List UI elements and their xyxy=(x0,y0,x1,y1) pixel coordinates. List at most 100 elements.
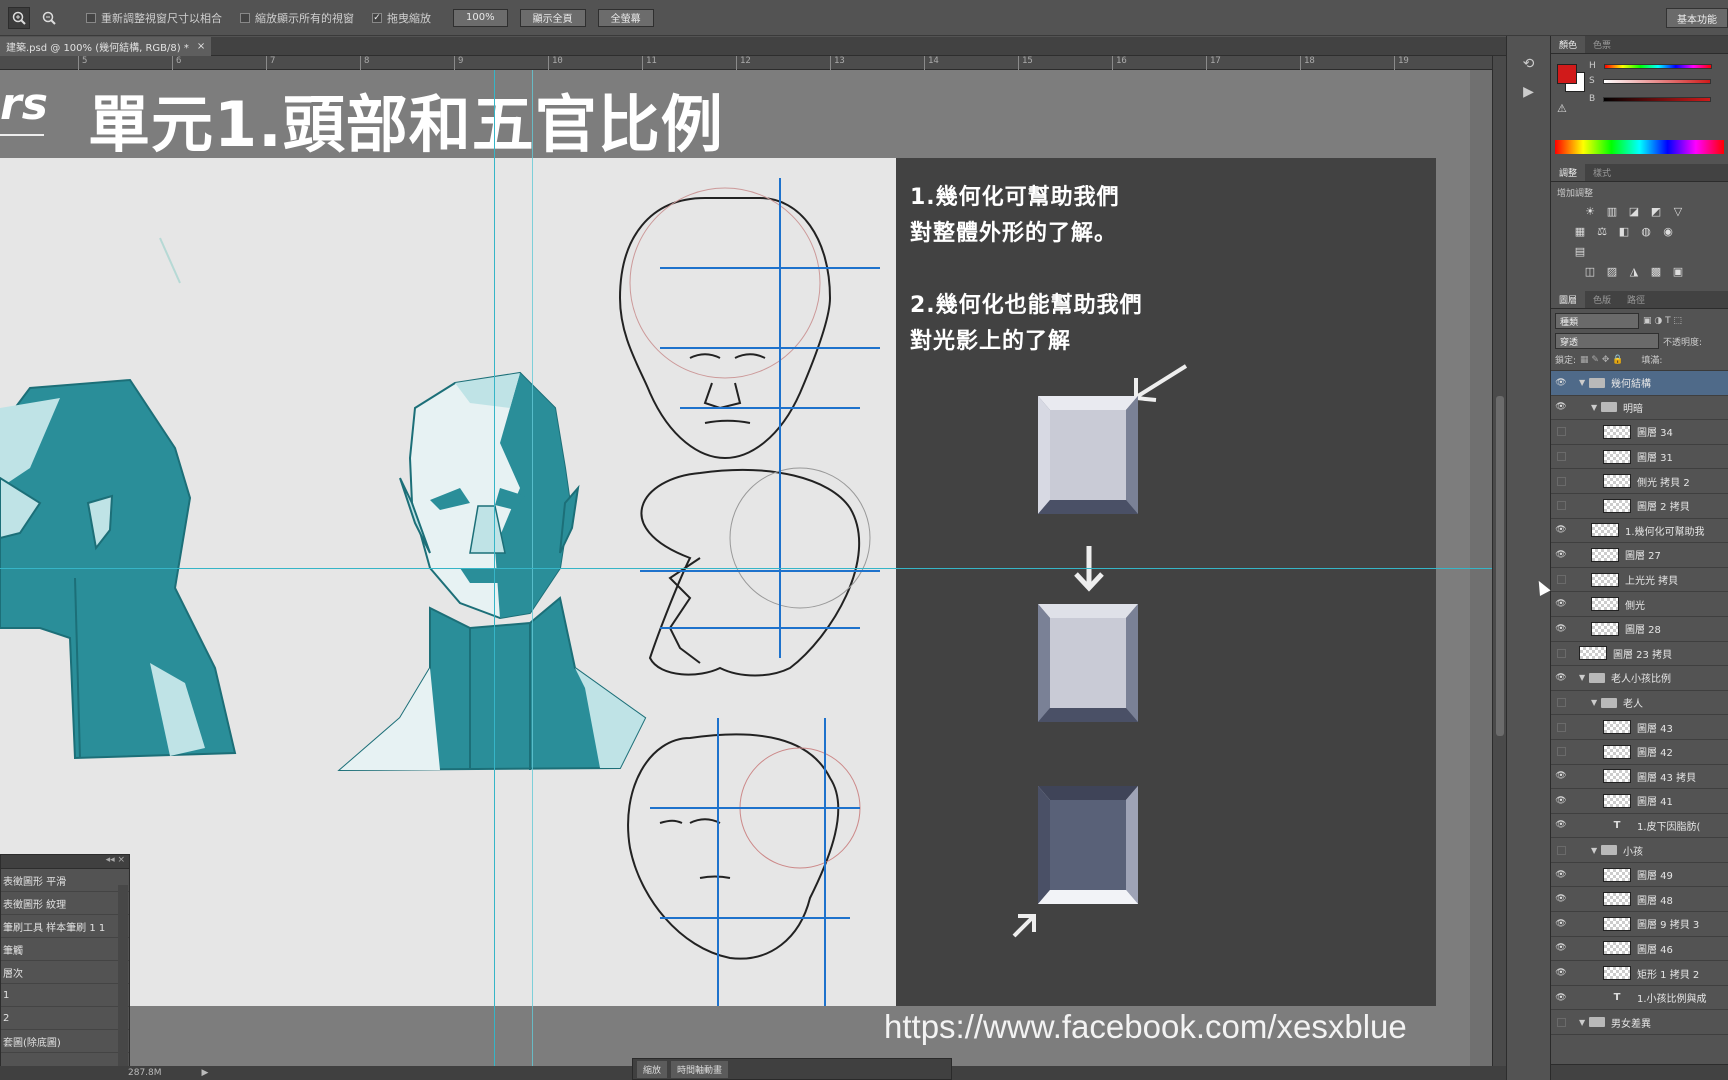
fit-screen-button[interactable]: 顯示全頁 xyxy=(519,8,586,27)
history-step[interactable]: 筆刷工具 样本筆刷 1 1 xyxy=(1,915,129,938)
history-step[interactable]: 層次 xyxy=(1,961,129,984)
layer-row[interactable]: 👁 圖層 41 xyxy=(1551,789,1728,814)
disclosure-triangle-icon[interactable]: ▼ xyxy=(1591,403,1601,412)
history-panel-header[interactable]: ◂◂ × xyxy=(1,855,129,869)
balance-icon[interactable]: ⚖ xyxy=(1593,225,1611,241)
threshold-icon[interactable]: ◮ xyxy=(1625,265,1643,281)
zoom-100-button[interactable]: 100% xyxy=(453,8,508,27)
scrollbar-thumb[interactable] xyxy=(1496,396,1504,736)
visibility-eye-icon[interactable]: 👁 xyxy=(1551,820,1571,830)
bw-icon[interactable]: ◧ xyxy=(1615,225,1633,241)
brightness-icon[interactable]: ☀ xyxy=(1581,205,1599,221)
layer-group-row[interactable]: 👁 ▼ 幾何結構 xyxy=(1551,371,1728,396)
layer-row[interactable]: 👁 圖層 48 xyxy=(1551,887,1728,913)
layer-kind-filter[interactable]: 種類 xyxy=(1555,313,1639,329)
tab-styles[interactable]: 樣式 xyxy=(1585,164,1619,181)
tab-zoom[interactable]: 縮放 xyxy=(637,1060,668,1078)
layer-row[interactable]: 圖層 34 xyxy=(1551,420,1728,445)
play-icon[interactable]: ▶ xyxy=(1514,84,1544,106)
layer-group-row[interactable]: 👁 ▼ 老人小孩比例 xyxy=(1551,666,1728,691)
layer-row[interactable]: 👁 圖層 28 xyxy=(1551,617,1728,642)
invert-icon[interactable]: ◫ xyxy=(1581,265,1599,281)
layer-group-row[interactable]: ▼ 男女差異 xyxy=(1551,1010,1728,1036)
visibility-eye-icon[interactable] xyxy=(1551,1017,1571,1027)
visibility-eye-icon[interactable] xyxy=(1551,501,1571,511)
visibility-eye-icon[interactable]: 👁 xyxy=(1551,673,1571,683)
vibrance-icon[interactable]: ▽ xyxy=(1669,205,1687,221)
gradient-map-icon[interactable]: ▩ xyxy=(1647,265,1665,281)
layer-group-row[interactable]: ▼ 老人 xyxy=(1551,691,1728,716)
visibility-eye-icon[interactable]: 👁 xyxy=(1551,796,1571,806)
disclosure-triangle-icon[interactable]: ▼ xyxy=(1579,673,1589,682)
layer-row[interactable]: 👁 圖層 27 xyxy=(1551,543,1728,568)
visibility-eye-icon[interactable] xyxy=(1551,698,1571,708)
layer-row[interactable]: 上光光 拷貝 xyxy=(1551,568,1728,593)
zoom-out-icon[interactable] xyxy=(38,7,60,29)
lock-icons[interactable]: ▦ ✎ ✥ 🔒 xyxy=(1580,355,1623,365)
visibility-eye-icon[interactable]: 👁 xyxy=(1551,943,1571,953)
layer-row[interactable]: 圖層 2 拷貝 xyxy=(1551,494,1728,519)
layer-row[interactable]: 👁 1.幾何化可幫助我 xyxy=(1551,519,1728,544)
hue-slider-row[interactable]: H xyxy=(1551,54,1728,72)
disclosure-triangle-icon[interactable]: ▼ xyxy=(1591,846,1601,855)
levels-icon[interactable]: ▥ xyxy=(1603,205,1621,221)
photo-filter-icon[interactable]: ◍ xyxy=(1637,225,1655,241)
layer-row[interactable]: 側光 拷貝 2 xyxy=(1551,469,1728,494)
close-icon[interactable]: × xyxy=(197,41,205,52)
foreground-color-swatch-top[interactable] xyxy=(1557,64,1577,84)
layer-group-row[interactable]: ▼ 小孩 xyxy=(1551,838,1728,863)
tab-paths[interactable]: 路徑 xyxy=(1619,291,1653,308)
tab-timeline[interactable]: 時間軸動畫 xyxy=(671,1060,729,1078)
tab-adjustments[interactable]: 調整 xyxy=(1551,164,1586,181)
hue-icon[interactable]: ▦ xyxy=(1571,225,1589,241)
curves-icon[interactable]: ◪ xyxy=(1625,205,1643,221)
zoom-in-icon[interactable] xyxy=(8,6,30,29)
visibility-eye-icon[interactable]: 👁 xyxy=(1551,771,1571,781)
visibility-eye-icon[interactable]: 👁 xyxy=(1551,919,1571,929)
fill-screen-button[interactable]: 全螢幕 xyxy=(597,8,654,27)
guide-line-horizontal[interactable] xyxy=(0,568,1492,569)
visibility-eye-icon[interactable]: 👁 xyxy=(1551,378,1571,388)
layer-row[interactable]: 👁 圖層 9 拷貝 3 xyxy=(1551,912,1728,937)
visibility-eye-icon[interactable]: 👁 xyxy=(1551,624,1571,634)
scrubby-zoom-checkbox[interactable]: ✓ 拖曳縮放 xyxy=(372,10,431,26)
layer-row[interactable]: 👁 T 1.小孩比例與成 xyxy=(1551,986,1728,1011)
visibility-eye-icon[interactable] xyxy=(1551,575,1571,585)
layer-row[interactable]: 👁 側光 xyxy=(1551,592,1728,617)
layer-row[interactable]: 👁 圖層 46 xyxy=(1551,937,1728,962)
exposure-icon[interactable]: ◩ xyxy=(1647,205,1665,221)
visibility-eye-icon[interactable]: 👁 xyxy=(1551,968,1571,978)
history-step[interactable]: 表徵圖形 平滑 xyxy=(1,869,129,892)
layer-row[interactable]: 👁 矩形 1 拷貝 2 xyxy=(1551,961,1728,986)
resize-windows-checkbox[interactable]: 重新調整視窗尺寸以相合 xyxy=(86,10,222,26)
history-scrollbar[interactable] xyxy=(118,885,128,1075)
visibility-eye-icon[interactable] xyxy=(1551,747,1571,757)
history-step[interactable]: 2 xyxy=(1,1007,129,1030)
canvas-area[interactable]: rs 單元1.頭部和五官比例 1.幾何化可幫助我們 對整體外形的了解。 2.幾何… xyxy=(0,70,1492,1066)
workspace-switcher[interactable]: 基本功能 xyxy=(1666,8,1728,28)
visibility-eye-icon[interactable]: 👁 xyxy=(1551,550,1571,560)
tab-layers[interactable]: 圖層 xyxy=(1551,291,1586,308)
history-icon[interactable]: ⟲ xyxy=(1514,56,1544,78)
lookup-icon[interactable]: ▤ xyxy=(1571,245,1589,261)
visibility-eye-icon[interactable] xyxy=(1551,476,1571,486)
visibility-eye-icon[interactable]: 👁 xyxy=(1551,525,1571,535)
visibility-eye-icon[interactable] xyxy=(1551,845,1571,855)
mixer-icon[interactable]: ◉ xyxy=(1659,225,1677,241)
layer-row[interactable]: 圖層 42 xyxy=(1551,740,1728,765)
zoom-all-windows-checkbox[interactable]: 縮放顯示所有的視窗 xyxy=(240,10,354,26)
tab-swatches[interactable]: 色票 xyxy=(1585,36,1619,53)
visibility-eye-icon[interactable]: 👁 xyxy=(1551,599,1571,609)
filter-type-icons[interactable]: ▣ ◑ T ⬚ xyxy=(1643,316,1682,326)
visibility-eye-icon[interactable] xyxy=(1551,648,1571,658)
visibility-eye-icon[interactable]: 👁 xyxy=(1551,894,1571,904)
history-step[interactable]: 1 xyxy=(1,984,129,1007)
disclosure-triangle-icon[interactable]: ▼ xyxy=(1579,378,1589,387)
layer-row[interactable]: 圖層 31 xyxy=(1551,445,1728,470)
brightness-slider-row[interactable]: B xyxy=(1551,90,1728,108)
disclosure-triangle-icon[interactable]: ▼ xyxy=(1579,1018,1589,1027)
layer-group-row[interactable]: 👁 ▼ 明暗 xyxy=(1551,396,1728,421)
visibility-eye-icon[interactable]: 👁 xyxy=(1551,402,1571,412)
posterize-icon[interactable]: ▨ xyxy=(1603,265,1621,281)
layer-row[interactable]: 👁 圖層 49 xyxy=(1551,863,1728,888)
